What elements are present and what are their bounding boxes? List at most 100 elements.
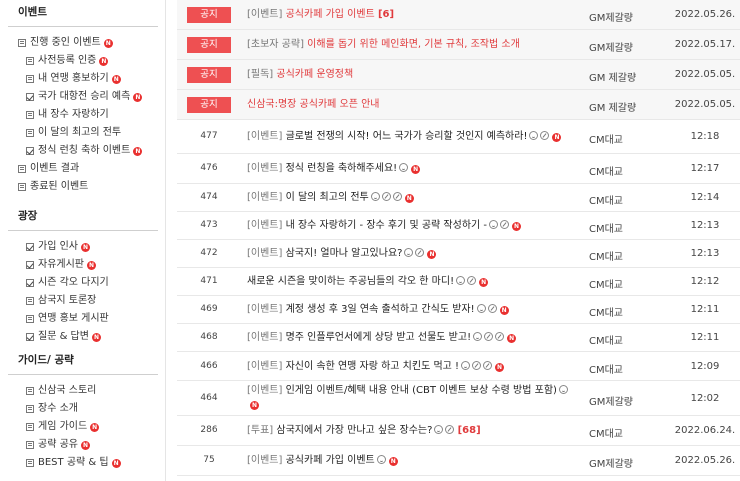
sidebar-item[interactable]: 자유게시판 N [0, 256, 166, 274]
post-title-link[interactable]: [초보자 공략] 이해를 돕기 위한 메인화면, 기본 규칙, 조작법 소개 [247, 38, 577, 52]
new-badge-icon: N [507, 334, 517, 343]
sidebar-item[interactable]: 신삼국 스토리 [0, 382, 166, 400]
pencil-icon [483, 360, 493, 370]
post-title-link[interactable]: 신삼국:명장 공식카페 오픈 안내 [247, 98, 577, 112]
post-title: 계정 생성 후 3일 연속 출석하고 간식도 받자! [285, 304, 475, 315]
post-title-link[interactable]: [이벤트] 삼국지! 얼마나 알고있나요? N [247, 247, 577, 261]
sidebar-item-label: 내 장수 자랑하기 [38, 106, 109, 124]
comment-count[interactable]: [6] [378, 9, 394, 20]
post-title-link[interactable]: [필독] 공식카페 운영정책 [247, 68, 577, 82]
post-title: 공식카페 가입 이벤트 [285, 9, 375, 20]
post-author[interactable]: CM대교 [589, 248, 679, 263]
new-badge-icon: N [495, 362, 505, 372]
post-number: 468 [200, 332, 218, 342]
pencil-icon [415, 248, 425, 257]
page-icon [18, 183, 26, 191]
post-date: 12:13 [690, 220, 720, 231]
post-title-link[interactable]: [이벤트] 정식 런칭을 축하해주세요! N [247, 162, 577, 176]
post-author[interactable]: CM대교 [589, 332, 679, 347]
sidebar-item-text: 삼국지 토론장 [38, 295, 97, 306]
sidebar-item[interactable]: 정식 런칭 축하 이벤트 N [0, 142, 166, 160]
post-author[interactable]: GM제갈량 [589, 455, 679, 470]
notice-row: 공지 [초보자 공략] 이해를 돕기 위한 메인화면, 기본 규칙, 조작법 소개… [177, 30, 740, 60]
post-author[interactable]: CM대교 [589, 192, 679, 207]
sidebar-item-label: 이벤트 결과 [30, 160, 79, 178]
post-author[interactable]: CM대교 [589, 425, 679, 440]
post-author[interactable]: CM대교 [589, 220, 679, 235]
sidebar-item[interactable]: 가입 인사 N [0, 238, 166, 256]
section-divider [8, 374, 158, 375]
sidebar-item[interactable]: 게임 가이드 N [0, 418, 166, 436]
new-badge-icon: N [99, 57, 109, 66]
smile-icon [404, 248, 414, 257]
post-author[interactable]: CM대교 [589, 361, 679, 376]
comment-count[interactable]: [68] [458, 425, 481, 436]
table-row: 469 [이벤트] 계정 생성 후 3일 연속 출석하고 간식도 받자! N CM대교… [177, 296, 740, 324]
sidebar-item[interactable]: 사전등록 인증 N [0, 52, 166, 70]
post-title-link[interactable]: [이벤트] 내 장수 자랑하기 - 장수 후기 및 공략 작성하기 - N [247, 219, 577, 233]
table-row: 476 [이벤트] 정식 런칭을 축하해주세요! N CM대교 12:17 [177, 154, 740, 184]
sidebar-item-text: 사전등록 인증 [38, 55, 97, 66]
sidebar-item[interactable]: 질문 & 답변 N [0, 328, 166, 346]
post-title-link[interactable]: [이벤트] 명주 인플루언서에게 상당 받고 선물도 받고! N [247, 331, 577, 345]
post-category: [이벤트] [247, 163, 283, 174]
post-title-link[interactable]: [이벤트] 인게임 이벤트/혜택 내용 안내 (CBT 이벤트 보상 수령 방법… [247, 384, 577, 412]
pencil-icon [467, 276, 477, 285]
sidebar-item[interactable]: 공략 공유 N [0, 436, 166, 454]
post-category: [필독] [247, 69, 274, 80]
sidebar-item[interactable]: BEST 공략 & 팁N [0, 454, 166, 472]
new-badge-icon: N [479, 278, 489, 287]
page-icon [18, 39, 26, 47]
post-title-link[interactable]: [이벤트] 계정 생성 후 3일 연속 출석하고 간식도 받자! N [247, 303, 577, 317]
post-date: 2022.06.24. [674, 425, 736, 436]
smile-icon [473, 332, 483, 341]
sidebar-item-label: 공략 공유 N [38, 436, 90, 454]
sidebar-item[interactable]: 이벤트 결과 [0, 160, 166, 178]
sidebar-item[interactable]: 삼국지 토론장 [0, 292, 166, 310]
check-icon [26, 243, 34, 251]
post-title-link[interactable]: [이벤트] 공식카페 가입 이벤트 [6] [247, 8, 577, 22]
post-author[interactable]: GM 제갈량 [589, 69, 679, 84]
post-title-link[interactable]: [이벤트] 글로벌 전쟁의 시작! 어느 국가가 승리할 것인지 예측하라! N [247, 130, 577, 144]
check-icon [26, 261, 34, 269]
sidebar-item-text: 이벤트 결과 [30, 163, 80, 174]
sidebar-item[interactable]: 국가 대항전 승리 예측 N [0, 88, 166, 106]
sidebar-item[interactable]: 이 달의 최고의 전투 [0, 124, 166, 142]
post-number: 474 [200, 192, 218, 202]
post-title: 새로운 시즌을 맞이하는 주공님들의 각오 한 마디! [247, 276, 455, 287]
page-icon [26, 129, 34, 137]
post-title-link[interactable]: [이벤트] 이 달의 최고의 전투 N [247, 191, 577, 205]
post-title-link[interactable]: 새로운 시즌을 맞이하는 주공님들의 각오 한 마디! N [247, 275, 577, 289]
post-author[interactable]: GM 제갈량 [589, 99, 679, 114]
new-badge-icon: N [80, 441, 90, 450]
sidebar-item[interactable]: 연맹 홍보 게시판 [0, 310, 166, 328]
post-author[interactable]: GM제갈량 [589, 39, 679, 54]
sidebar-item[interactable]: 시즌 각오 다지기 [0, 274, 166, 292]
post-title: 내 장수 자랑하기 - 장수 후기 및 공략 작성하기 - [285, 220, 488, 231]
post-date: 12:11 [690, 332, 720, 343]
check-icon [26, 279, 34, 287]
post-author[interactable]: CM대교 [589, 131, 679, 146]
sidebar-item[interactable]: 장수 소개 [0, 400, 166, 418]
post-category: [이벤트] [247, 304, 283, 315]
post-author[interactable]: CM대교 [589, 304, 679, 319]
sidebar-item[interactable]: 내 연맹 홍보하기 N [0, 70, 166, 88]
post-author[interactable]: GM제갈량 [589, 9, 679, 24]
post-title-link[interactable]: [이벤트] 공식카페 가입 이벤트 N [247, 454, 577, 468]
section-divider [8, 26, 158, 27]
smile-icon [461, 360, 471, 370]
post-title-link[interactable]: [이벤트] 자신이 속한 연맹 자랑 하고 치킨도 먹고 ! N [247, 360, 577, 374]
pencil-icon [472, 360, 482, 370]
post-author[interactable]: GM제갈량 [589, 393, 679, 408]
sidebar-item-text: 정식 런칭 축하 이벤트 [38, 145, 131, 156]
post-author[interactable]: CM대교 [589, 163, 679, 178]
sidebar-item[interactable]: 종료된 이벤트 [0, 178, 166, 196]
sidebar-section: 광장 가입 인사 N 자유게시판 N 시즌 각오 다지기 삼국지 토론장 연맹 홍보 게시판 질… [0, 206, 166, 346]
post-title: 공식카페 운영정책 [276, 69, 354, 80]
sidebar-item[interactable]: 내 장수 자랑하기 [0, 106, 166, 124]
new-badge-icon: N [133, 93, 143, 102]
post-author[interactable]: CM대교 [589, 276, 679, 291]
post-category: [이벤트] [247, 248, 283, 259]
sidebar-item[interactable]: 진행 중인 이벤트 N [0, 34, 166, 52]
post-title-link[interactable]: [투표] 삼국지에서 가장 만나고 싶은 장수는? [68] [247, 424, 577, 438]
